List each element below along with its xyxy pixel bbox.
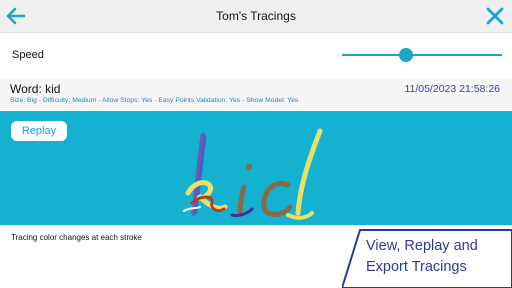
speed-row: Speed [0,38,512,72]
speed-slider-track[interactable] [342,54,502,56]
close-icon[interactable] [484,5,506,27]
top-bar: Tom's Tracings [0,0,512,33]
promo-text: View, Replay and Export Tracings [366,236,506,278]
speed-slider[interactable] [342,48,502,62]
page-title: Tom's Tracings [216,9,296,23]
speed-label: Speed [12,49,44,61]
tracing-details: Size: Big - Difficulty: Medium - Allow S… [10,97,299,104]
stroke-i-stem [237,184,247,216]
speed-slider-thumb[interactable] [399,48,413,62]
tracing-canvas: Replay [0,111,512,225]
promo-line-2: Export Tracings [366,259,467,275]
replay-button[interactable]: Replay [11,121,67,141]
tracing-note: Tracing color changes at each stroke [11,233,142,242]
tracing-date: 11/05/2023 21:58:26 [404,83,500,95]
tracing-strokes [183,128,323,220]
stroke-d-bowl [261,181,293,217]
word-label: Word: kid [10,82,61,96]
promo-line-1: View, Replay and [366,238,478,254]
stroke-i-dot [245,163,253,171]
tracing-info: Word: kid 11/05/2023 21:58:26 Size: Big … [0,78,512,110]
stroke-d-stem [295,128,323,216]
